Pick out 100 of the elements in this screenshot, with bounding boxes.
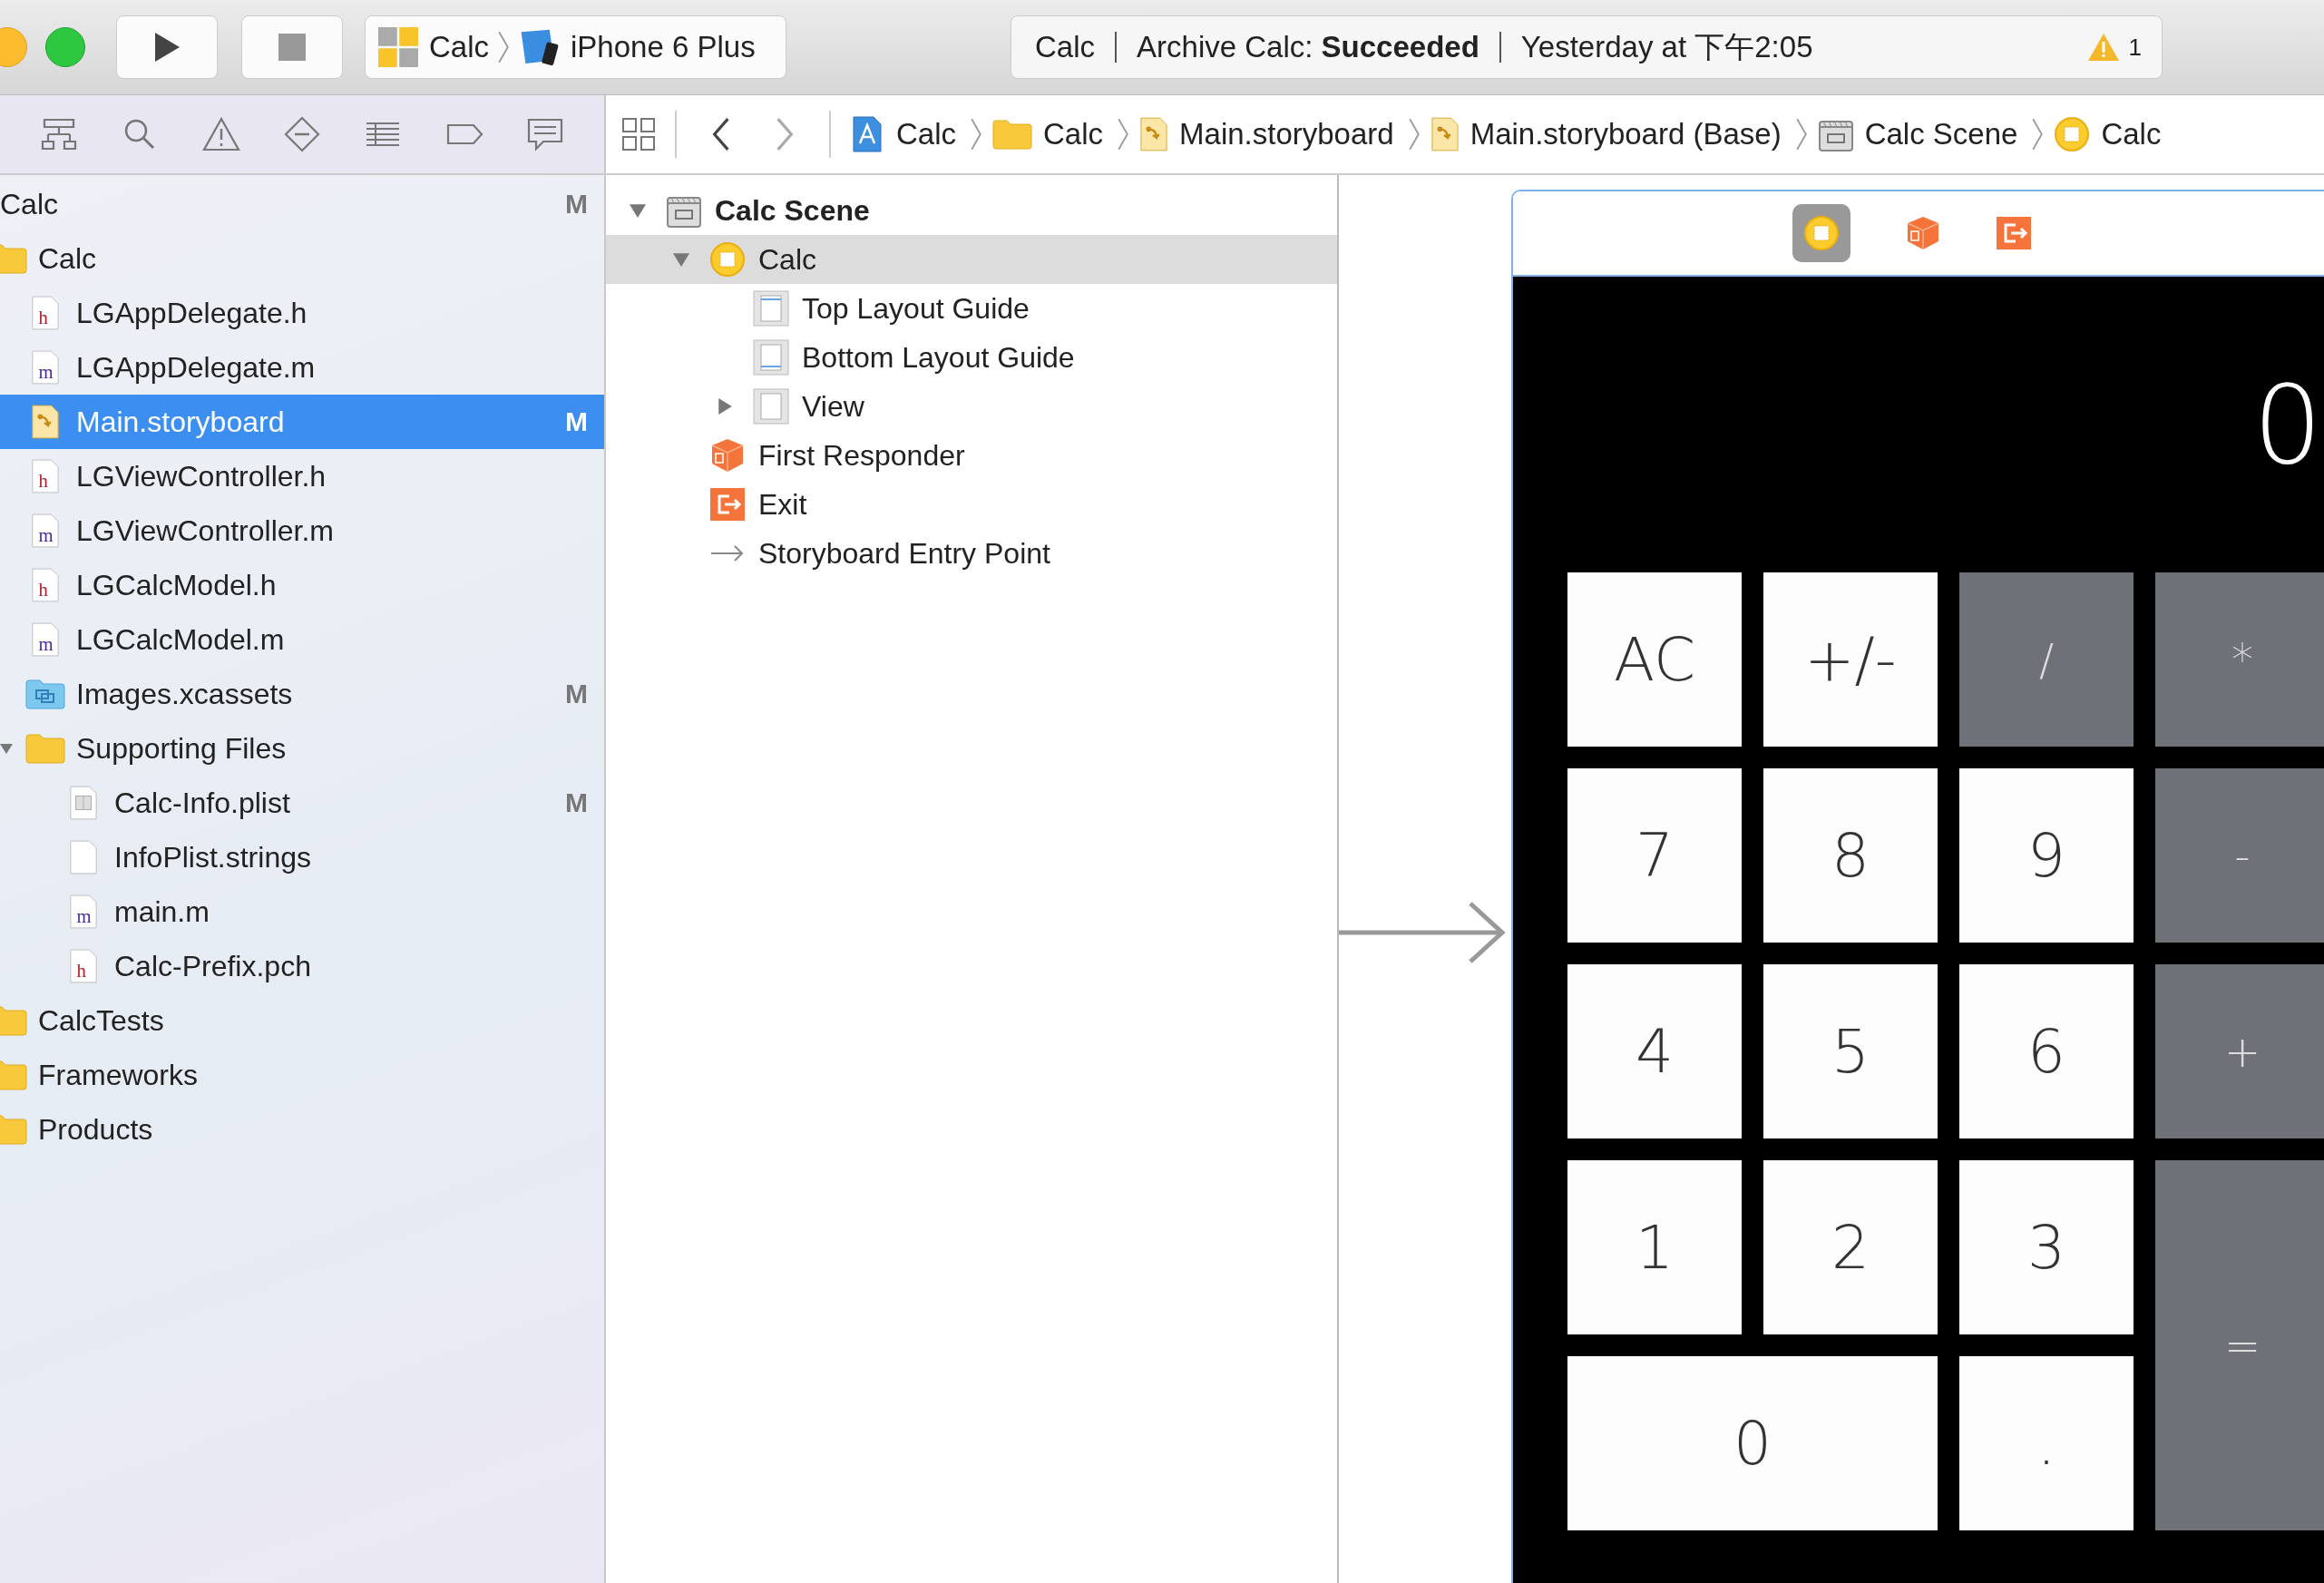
- view-controller-icon: [1803, 215, 1840, 251]
- expanded-triangle-icon[interactable]: [0, 742, 13, 755]
- zoom-button[interactable]: [45, 27, 85, 67]
- chevron-icon: [1795, 118, 1807, 151]
- file-row[interactable]: Calc-Info.plist M: [0, 776, 604, 830]
- path-item[interactable]: Main.storyboard (Base): [1470, 117, 1782, 151]
- file-row[interactable]: m LGCalcModel.m: [0, 612, 604, 667]
- exit-icon: [709, 486, 746, 523]
- device-name[interactable]: iPhone 6 Plus: [571, 30, 756, 64]
- view-controller-icon: [709, 241, 746, 278]
- calculator-key[interactable]: 9: [1959, 768, 2134, 943]
- calculator-key[interactable]: -: [2155, 768, 2324, 943]
- file-row[interactable]: h LGViewController.h: [0, 449, 604, 503]
- outline-row[interactable]: First Responder: [606, 431, 1337, 480]
- storyboard-file-icon: [31, 405, 60, 439]
- chevron-icon: [498, 31, 510, 64]
- layout-guide-icon: [753, 290, 789, 327]
- file-row[interactable]: Calc M: [0, 177, 604, 231]
- file-row[interactable]: InfoPlist.strings: [0, 830, 604, 884]
- path-item[interactable]: Main.storyboard: [1179, 117, 1394, 151]
- outline-row[interactable]: Exit: [606, 480, 1337, 529]
- calculator-icon: [376, 27, 420, 67]
- exit-icon: [1996, 215, 2032, 251]
- plist-file-icon: [69, 786, 98, 820]
- calculator-key[interactable]: 1: [1567, 1160, 1742, 1334]
- source-file-icon: m: [31, 350, 60, 385]
- file-row[interactable]: Supporting Files: [0, 721, 604, 776]
- file-row[interactable]: Products: [0, 1102, 604, 1157]
- file-row[interactable]: h Calc-Prefix.pch: [0, 939, 604, 993]
- expanded-triangle-icon[interactable]: [630, 202, 646, 219]
- chevron-icon: [1118, 118, 1129, 151]
- calculator-key[interactable]: 0: [1567, 1356, 1938, 1530]
- calculator-key[interactable]: AC: [1567, 572, 1742, 747]
- path-item[interactable]: Calc: [896, 117, 957, 151]
- calculator-key[interactable]: /: [1959, 572, 2134, 747]
- calculator-key[interactable]: 6: [1959, 964, 2134, 1138]
- file-row[interactable]: m LGAppDelegate.m: [0, 340, 604, 395]
- calculator-key[interactable]: +/-: [1763, 572, 1938, 747]
- chevron-icon: [971, 118, 982, 151]
- modified-status: M: [565, 679, 588, 709]
- view-controller-icon: [2054, 116, 2091, 152]
- storyboard-file-icon: [1139, 117, 1169, 151]
- source-file-icon: h: [31, 568, 60, 602]
- outline-row[interactable]: Calc Scene: [606, 186, 1337, 235]
- path-item[interactable]: Calc: [2101, 117, 2162, 151]
- calculator-key[interactable]: =: [2155, 1160, 2324, 1530]
- collapsed-triangle-icon[interactable]: [717, 398, 733, 415]
- file-row[interactable]: m LGViewController.m: [0, 503, 604, 558]
- file-icon: [69, 840, 98, 875]
- file-row[interactable]: Calc: [0, 231, 604, 286]
- outline-row[interactable]: View: [606, 382, 1337, 431]
- layout-guide-icon: [753, 339, 789, 376]
- modified-status: M: [565, 189, 588, 220]
- file-row[interactable]: m main.m: [0, 884, 604, 939]
- display-value: 0: [2252, 361, 2322, 488]
- calculator-key[interactable]: .: [1959, 1356, 2134, 1530]
- calculator-key[interactable]: *: [2155, 572, 2324, 747]
- file-row[interactable]: Images.xcassets M: [0, 667, 604, 721]
- calculator-key[interactable]: 2: [1763, 1160, 1938, 1334]
- calculator-key[interactable]: 7: [1567, 768, 1742, 943]
- file-row[interactable]: h LGCalcModel.h: [0, 558, 604, 612]
- chevron-icon: [1408, 118, 1420, 151]
- source-file-icon: h: [31, 296, 60, 330]
- cube-icon: [709, 437, 746, 474]
- path-item[interactable]: Calc: [1043, 117, 1104, 151]
- source-file-icon: m: [31, 513, 60, 548]
- source-file-icon: m: [31, 622, 60, 657]
- view-icon: [753, 388, 789, 425]
- chevron-icon: [2032, 118, 2044, 151]
- calculator-key[interactable]: 4: [1567, 964, 1742, 1138]
- stop-icon: [278, 32, 306, 63]
- asset-folder-icon: [25, 679, 65, 709]
- calculator-key[interactable]: 3: [1959, 1160, 2134, 1334]
- warning-count: 1: [2128, 33, 2142, 62]
- source-file-icon: h: [31, 459, 60, 493]
- outline-row[interactable]: Calc: [606, 235, 1337, 284]
- dock-item[interactable]: [1792, 204, 1850, 262]
- run-button[interactable]: [116, 15, 218, 79]
- modified-status: M: [565, 787, 588, 818]
- outline-row[interactable]: Storyboard Entry Point: [606, 529, 1337, 578]
- scheme-selector[interactable]: Calc iPhone 6 Plus: [365, 15, 786, 79]
- file-row[interactable]: Frameworks: [0, 1048, 604, 1102]
- calculator-key[interactable]: +: [2155, 964, 2324, 1138]
- file-row[interactable]: h LGAppDelegate.h: [0, 286, 604, 340]
- calculator-key[interactable]: 5: [1763, 964, 1938, 1138]
- source-file-icon: m: [69, 894, 98, 929]
- outline-row[interactable]: Top Layout Guide: [606, 284, 1337, 333]
- related-items-icon[interactable]: [620, 116, 657, 152]
- activity-time: Yesterday at 下午2:05: [1520, 28, 1813, 65]
- folder-icon: [992, 119, 1033, 150]
- source-file-icon: h: [69, 949, 98, 983]
- outline-row[interactable]: Bottom Layout Guide: [606, 333, 1337, 382]
- path-item[interactable]: Calc Scene: [1864, 117, 2018, 151]
- calculator-key[interactable]: 8: [1763, 768, 1938, 943]
- stop-button[interactable]: [241, 15, 343, 79]
- scheme-name[interactable]: Calc: [429, 30, 490, 64]
- warning-icon[interactable]: [200, 116, 241, 152]
- file-row[interactable]: CalcTests: [0, 993, 604, 1048]
- expanded-triangle-icon[interactable]: [673, 251, 689, 268]
- storyboard-file-icon: [1430, 117, 1460, 151]
